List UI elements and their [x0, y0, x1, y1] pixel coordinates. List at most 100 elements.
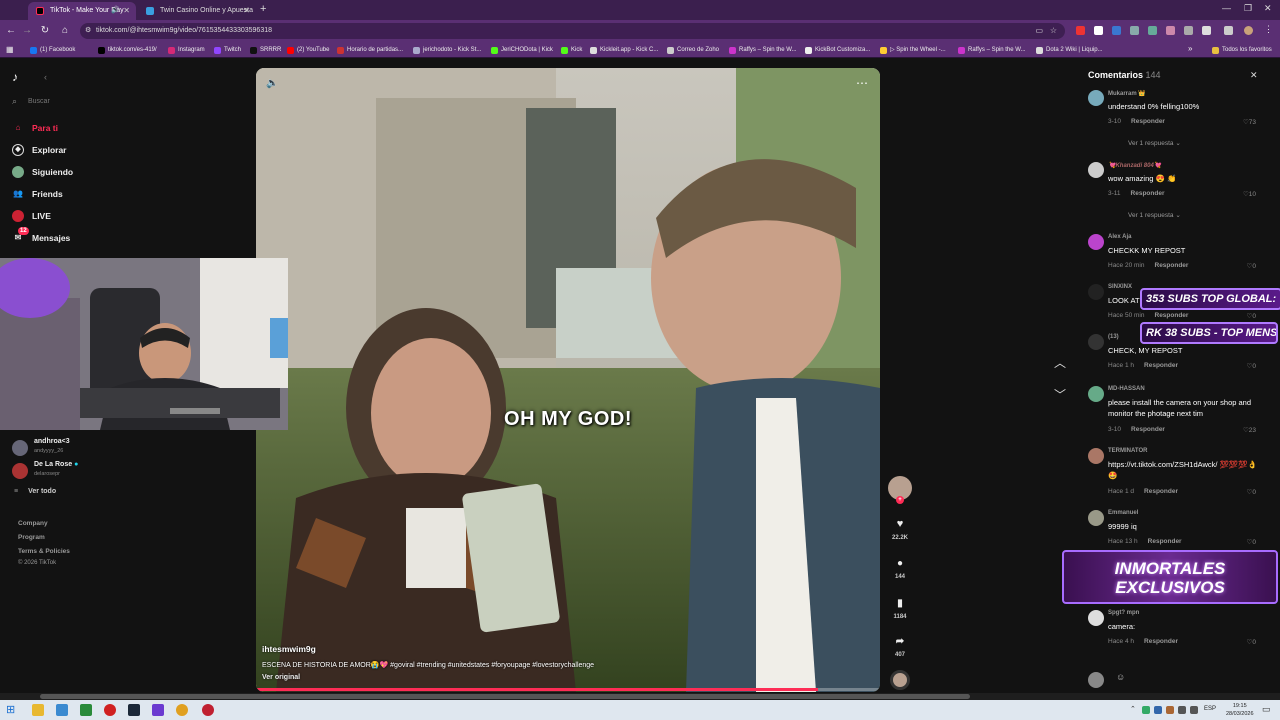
next-video-arrow-icon[interactable]: ﹀: [1054, 386, 1066, 403]
comment-user[interactable]: SINXINX: [1108, 284, 1132, 290]
close-window-button[interactable]: ✕: [1264, 3, 1272, 14]
comment-like-button[interactable]: ♡0: [1247, 488, 1256, 496]
comment-user[interactable]: (13): [1108, 334, 1119, 340]
close-comments-icon[interactable]: ✕: [1250, 70, 1258, 81]
reply-button[interactable]: Responder: [1148, 538, 1182, 545]
bookmark-item[interactable]: KickBot Customiza...: [805, 45, 870, 55]
bookmark-item[interactable]: Dota 2 Wiki | Liquip...: [1036, 45, 1103, 55]
tab-casino[interactable]: Twin Casino Online y Apuesta ✕: [138, 2, 256, 20]
bookmark-item[interactable]: ▷ Spin the Wheel -...: [880, 45, 946, 55]
sidebar-item-para-ti[interactable]: ⌂ Para ti: [12, 120, 58, 136]
bookmark-item[interactable]: (1) Facebook: [30, 45, 75, 55]
footer-company-link[interactable]: Company: [18, 520, 48, 527]
more-options-icon[interactable]: ⋯: [856, 76, 868, 90]
comment-user[interactable]: TERMINATOR: [1108, 448, 1147, 454]
tab-tiktok[interactable]: TikTok - Make Your Day 🔊 ✕: [28, 2, 136, 20]
following-account[interactable]: andhroa<3 andyyyy_26: [12, 438, 212, 458]
file-explorer-icon[interactable]: [32, 704, 44, 716]
site-info-icon[interactable]: ⚙: [85, 23, 91, 39]
volume-icon[interactable]: 🔈: [266, 78, 278, 89]
see-all-link[interactable]: ≡ Ver todo: [14, 488, 114, 500]
save-button[interactable]: ▮ 1184: [887, 598, 913, 620]
audio-icon[interactable]: 🔊: [111, 2, 120, 20]
emoji-icon[interactable]: ☺: [1116, 672, 1125, 682]
bookmark-star-icon[interactable]: ☆: [1050, 23, 1057, 39]
comment-like-button[interactable]: ♡0: [1247, 638, 1256, 646]
view-replies-link[interactable]: Ver 1 respuesta ⌄: [1128, 211, 1181, 219]
comment-user[interactable]: MD-HASSAN: [1108, 386, 1145, 392]
extension-icon[interactable]: [1112, 26, 1121, 35]
comment-like-button[interactable]: ♡0: [1247, 262, 1256, 270]
cast-icon[interactable]: ▭: [1035, 23, 1043, 39]
reply-button[interactable]: Responder: [1144, 362, 1178, 369]
bookmark-item[interactable]: Instagram: [168, 45, 205, 55]
avatar[interactable]: [1088, 334, 1104, 350]
footer-program-link[interactable]: Program: [18, 534, 45, 541]
previous-video-arrow-icon[interactable]: ︿: [1054, 354, 1066, 371]
bookmark-item[interactable]: SRRRR: [250, 45, 281, 55]
close-tab-icon[interactable]: ✕: [123, 2, 130, 20]
video-author[interactable]: ihtesmwim9g: [262, 644, 316, 654]
extension-icon[interactable]: [1076, 26, 1085, 35]
comment-user[interactable]: Spgt? mpn: [1108, 610, 1139, 616]
avatar[interactable]: [1088, 234, 1104, 250]
url-field[interactable]: ⚙ tiktok.com/@ihtesmwim9g/video/76153544…: [80, 23, 1065, 39]
tray-icon[interactable]: [1154, 706, 1162, 714]
profile-avatar[interactable]: [1244, 26, 1253, 35]
app-icon[interactable]: [80, 704, 92, 716]
view-replies-link[interactable]: Ver 1 respuesta ⌄: [1128, 139, 1181, 147]
discord-icon[interactable]: [152, 704, 164, 716]
comment-user[interactable]: Mukarram 👑: [1108, 90, 1146, 97]
page-scrollbar[interactable]: [0, 693, 1280, 700]
bookmark-item[interactable]: jerichodoto - Kick St...: [413, 45, 481, 55]
tiktok-logo[interactable]: ♪: [12, 70, 18, 84]
extension-icon[interactable]: [1148, 26, 1157, 35]
sidebar-item-friends[interactable]: 👥 Friends: [12, 186, 63, 202]
network-icon[interactable]: [1178, 706, 1186, 714]
bookmark-item[interactable]: Kick: [561, 45, 582, 55]
comment-like-button[interactable]: ♡23: [1243, 426, 1256, 434]
back-arrow-icon[interactable]: ←: [4, 24, 18, 38]
bookmark-item[interactable]: Correo de Zoho: [667, 45, 719, 55]
reply-button[interactable]: Responder: [1144, 488, 1178, 495]
comment-user[interactable]: Emmanuel: [1108, 510, 1138, 516]
video-progress-bar[interactable]: [256, 688, 880, 691]
volume-tray-icon[interactable]: [1190, 706, 1198, 714]
video-player[interactable]: 🔈 ⋯ OH MY GOD! ihtesmwim9g ESCENA DE HIS…: [256, 68, 880, 692]
reply-button[interactable]: Responder: [1131, 118, 1165, 125]
comment-like-button[interactable]: ♡0: [1247, 312, 1256, 320]
tray-chevron-icon[interactable]: ⌃: [1130, 705, 1136, 713]
all-bookmarks-folder[interactable]: Todos los favoritos: [1212, 45, 1272, 55]
creator-avatar-button[interactable]: +: [887, 476, 913, 504]
avatar[interactable]: [1088, 386, 1104, 402]
comment-user[interactable]: 💘Khanzadi 804💘: [1108, 162, 1161, 169]
tray-icon[interactable]: [1166, 706, 1174, 714]
bookmark-item[interactable]: (2) YouTube: [287, 45, 329, 55]
tray-icon[interactable]: [1142, 706, 1150, 714]
clock[interactable]: 19:15 28/03/2026: [1226, 702, 1254, 718]
following-account[interactable]: De La Rose ● delarosepr: [12, 461, 212, 481]
obs-icon[interactable]: [202, 704, 214, 716]
avatar[interactable]: [1088, 510, 1104, 526]
comment-like-button[interactable]: ♡0: [1247, 538, 1256, 546]
scrollbar-thumb[interactable]: [40, 694, 970, 699]
share-button[interactable]: ➦ 407: [887, 636, 913, 658]
tab-search-icon[interactable]: [1224, 26, 1233, 35]
reply-button[interactable]: Responder: [1155, 312, 1189, 319]
avatar[interactable]: [1088, 284, 1104, 300]
bookmark-item[interactable]: Raffys – Spin the W...: [958, 45, 1026, 55]
comment-like-button[interactable]: ♡10: [1243, 190, 1256, 198]
bookmark-item[interactable]: Twitch: [214, 45, 241, 55]
extensions-puzzle-icon[interactable]: [1202, 26, 1211, 35]
app-icon[interactable]: [56, 704, 68, 716]
home-icon[interactable]: ⌂: [58, 24, 72, 38]
comment-user[interactable]: Alex Aja: [1108, 234, 1131, 240]
sidebar-item-explorar[interactable]: ◆ Explorar: [12, 142, 67, 158]
windows-start-icon[interactable]: ⊞: [6, 703, 15, 716]
bookmark-item[interactable]: Horario de partidas...: [337, 45, 403, 55]
sidebar-item-siguiendo[interactable]: Siguiendo: [12, 164, 73, 180]
reply-button[interactable]: Responder: [1131, 190, 1165, 197]
avatar[interactable]: [1088, 610, 1104, 626]
extension-icon[interactable]: [1184, 26, 1193, 35]
reply-button[interactable]: Responder: [1131, 426, 1165, 433]
